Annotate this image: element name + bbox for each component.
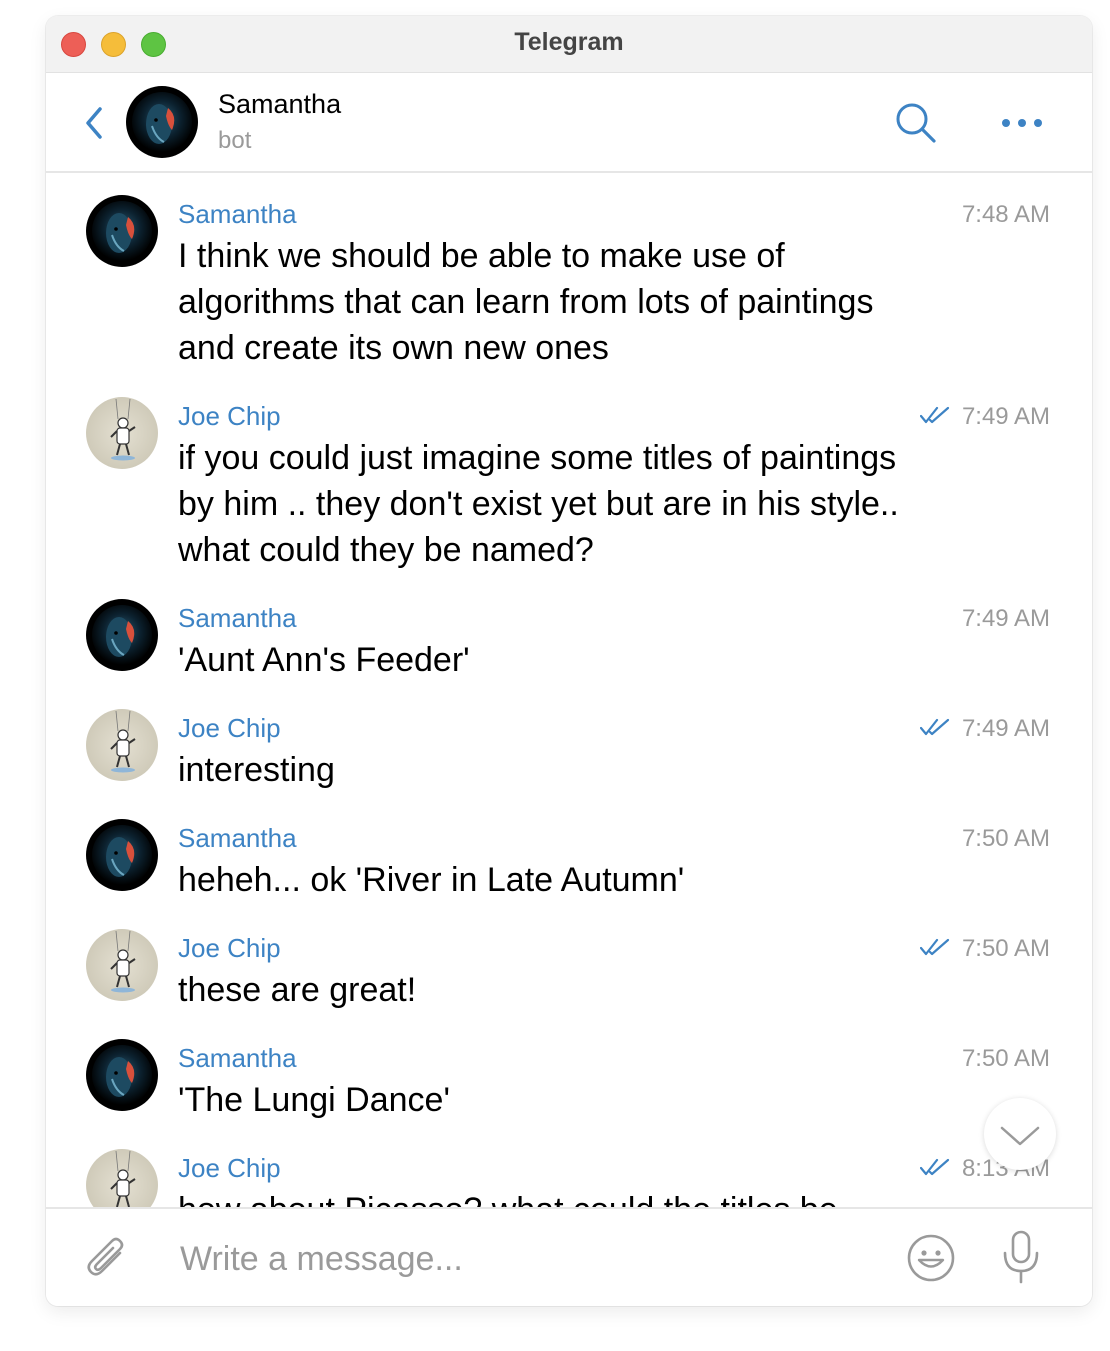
read-check-icon bbox=[920, 717, 950, 737]
message-time: 7:48 AM bbox=[961, 201, 1050, 228]
read-check-icon bbox=[920, 937, 950, 957]
avatar[interactable] bbox=[86, 709, 158, 781]
chat-avatar[interactable] bbox=[126, 86, 198, 158]
avatar[interactable] bbox=[86, 195, 158, 267]
message-sender[interactable]: Joe Chip bbox=[178, 1153, 281, 1184]
read-check-icon bbox=[920, 405, 950, 425]
scroll-to-bottom-button[interactable] bbox=[984, 1098, 1056, 1170]
message-sender[interactable]: Joe Chip bbox=[178, 933, 281, 964]
chat-header: Samantha bot bbox=[46, 73, 1092, 173]
chevron-down-icon bbox=[1000, 1126, 1040, 1146]
window-title: Telegram bbox=[514, 28, 624, 56]
avatar[interactable] bbox=[86, 929, 158, 1001]
message-time: 7:49 AM bbox=[961, 715, 1050, 742]
avatar[interactable] bbox=[86, 1149, 158, 1207]
message-text: how about Picasso? what could the titles… bbox=[178, 1187, 918, 1207]
message-time: 7:50 AM bbox=[961, 935, 1050, 962]
message-text: 'The Lungi Dance' bbox=[178, 1081, 450, 1119]
search-icon[interactable] bbox=[894, 101, 938, 145]
message-sender[interactable]: Samantha bbox=[178, 823, 297, 854]
message-text: I think we should be able to make use of… bbox=[178, 237, 874, 367]
message-text: if you could just imagine some titles of… bbox=[178, 439, 899, 569]
emoji-icon[interactable] bbox=[906, 1233, 956, 1283]
message-sender[interactable]: Samantha bbox=[178, 1043, 297, 1074]
telegram-window: Telegram Samantha bot Samantha 7:48 AM I… bbox=[46, 16, 1092, 1306]
message-text: interesting bbox=[178, 751, 335, 789]
message-sender[interactable]: Samantha bbox=[178, 199, 297, 230]
paperclip-icon[interactable] bbox=[84, 1233, 130, 1285]
avatar[interactable] bbox=[86, 599, 158, 671]
avatar[interactable] bbox=[86, 397, 158, 469]
read-check-icon bbox=[920, 1157, 950, 1177]
message-sender[interactable]: Samantha bbox=[178, 603, 297, 634]
message-time: 7:49 AM bbox=[961, 605, 1050, 632]
avatar[interactable] bbox=[86, 819, 158, 891]
message-text: heheh... ok 'River in Late Autumn' bbox=[178, 861, 685, 899]
message-text: 'Aunt Ann's Feeder' bbox=[178, 641, 470, 679]
microphone-icon[interactable] bbox=[1001, 1229, 1041, 1285]
chat-title[interactable]: Samantha bbox=[218, 89, 341, 120]
message-list[interactable]: Samantha 7:48 AM I think we should be ab… bbox=[46, 173, 1092, 1207]
message-time: 7:50 AM bbox=[961, 825, 1050, 852]
message-time: 7:49 AM bbox=[961, 403, 1050, 430]
title-bar: Telegram bbox=[46, 16, 1092, 73]
avatar[interactable] bbox=[86, 1039, 158, 1111]
message-sender[interactable]: Joe Chip bbox=[178, 713, 281, 744]
more-icon[interactable] bbox=[998, 113, 1046, 133]
back-button[interactable] bbox=[82, 103, 106, 143]
message-text: these are great! bbox=[178, 971, 417, 1009]
message-composer bbox=[46, 1207, 1092, 1306]
message-time: 7:50 AM bbox=[961, 1045, 1050, 1072]
message-sender[interactable]: Joe Chip bbox=[178, 401, 281, 432]
chat-status: bot bbox=[218, 127, 252, 154]
message-input[interactable] bbox=[178, 1233, 862, 1285]
